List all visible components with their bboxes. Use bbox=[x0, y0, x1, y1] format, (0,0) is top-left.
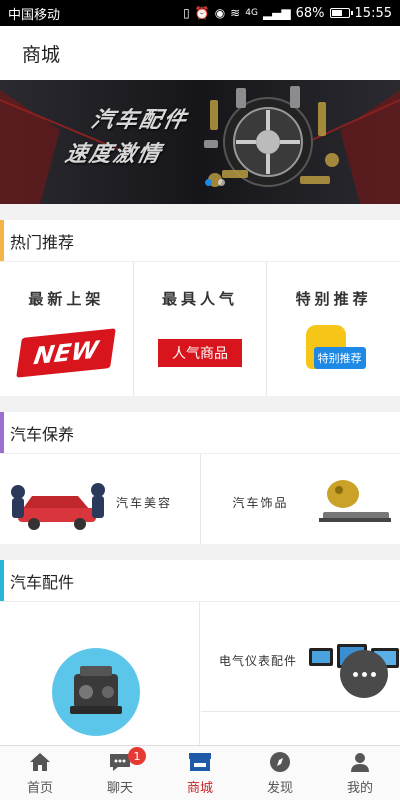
ribbon-icon: 人气商品 bbox=[150, 323, 250, 383]
bottom-nav: 首页 聊天 1 商城 发现 我的 bbox=[0, 745, 400, 800]
nav-label: 首页 bbox=[26, 781, 53, 796]
nav-item-store[interactable]: 商城 bbox=[160, 746, 240, 800]
nav-item-home[interactable]: 首页 bbox=[0, 746, 80, 800]
battery-icon bbox=[329, 8, 353, 18]
care-item-label: 汽车饰品 bbox=[232, 496, 289, 510]
unread-badge: 1 bbox=[128, 747, 146, 765]
section-parts-header: 汽车配件 bbox=[0, 560, 400, 602]
discover-icon bbox=[267, 750, 293, 774]
battery-level bbox=[331, 10, 342, 16]
more-fab-button[interactable] bbox=[340, 650, 388, 698]
vibrate-icon: ▯ bbox=[183, 6, 190, 20]
ornament-icon bbox=[318, 480, 391, 522]
thumbs-up-icon: 特别推荐 bbox=[284, 323, 384, 383]
carousel-indicator bbox=[205, 179, 225, 186]
parts-item-label: 电气仪表配件 bbox=[219, 654, 298, 668]
more-dot bbox=[361, 671, 367, 677]
hot-grid: 最新上架 NEW 最具人气 人气商品 特别推荐 特别推荐 bbox=[0, 262, 400, 396]
section-title: 热门推荐 bbox=[10, 232, 75, 252]
clock: 15:55 bbox=[354, 5, 392, 21]
page-header: 商城 bbox=[0, 26, 400, 80]
care-grid: 汽车美容 汽车饰品 bbox=[0, 454, 400, 544]
hot-item-title: 最新上架 bbox=[28, 290, 105, 308]
store-icon bbox=[187, 750, 213, 774]
nav-label: 发现 bbox=[266, 781, 293, 796]
battery-percent: 68% bbox=[295, 5, 325, 21]
care-item-accessories[interactable]: 汽车饰品 bbox=[201, 454, 400, 544]
hot-item-special[interactable]: 特别推荐 特别推荐 bbox=[267, 262, 400, 396]
hot-item-title: 特别推荐 bbox=[295, 290, 372, 308]
more-dot bbox=[370, 671, 376, 677]
car-wash-icon bbox=[11, 483, 105, 530]
section-hot-header: 热门推荐 bbox=[0, 220, 400, 262]
section-title: 汽车配件 bbox=[10, 572, 75, 592]
alarm-icon: ⏰ bbox=[194, 6, 210, 20]
banner-graphic bbox=[0, 80, 400, 204]
nav-label: 我的 bbox=[346, 781, 373, 796]
banner-headline-2: 速度激情 bbox=[62, 142, 165, 167]
new-badge-icon: NEW bbox=[16, 323, 117, 383]
section-care-header: 汽车保养 bbox=[0, 412, 400, 454]
more-dot bbox=[352, 671, 358, 677]
banner-headline-1: 汽车配件 bbox=[88, 108, 191, 133]
nav-item-profile[interactable]: 我的 bbox=[320, 746, 400, 800]
nav-label: 聊天 bbox=[106, 781, 133, 796]
carousel-dot[interactable] bbox=[218, 179, 225, 186]
engine-icon bbox=[52, 648, 140, 736]
carousel-dot[interactable] bbox=[205, 179, 212, 186]
home-icon bbox=[27, 750, 53, 774]
hot-item-title: 最具人气 bbox=[162, 290, 239, 308]
hot-item-new[interactable]: 最新上架 NEW bbox=[0, 262, 134, 396]
hot-item-popular[interactable]: 最具人气 人气商品 bbox=[134, 262, 268, 396]
profile-icon bbox=[347, 750, 373, 774]
nav-item-discover[interactable]: 发现 bbox=[240, 746, 320, 800]
care-item-label: 汽车美容 bbox=[116, 496, 173, 510]
signal-icon: 4G bbox=[245, 7, 258, 18]
page-title: 商城 bbox=[22, 43, 61, 66]
care-item-beauty[interactable]: 汽车美容 bbox=[0, 454, 201, 544]
eye-icon: ◉ bbox=[214, 6, 226, 20]
section-title: 汽车保养 bbox=[10, 424, 75, 444]
status-bar: 中国移动 ▯ ⏰ ◉ ≋ 4G ▂▄▆ 68% 15:55 bbox=[0, 0, 400, 26]
wifi-icon: ≋ bbox=[230, 6, 241, 20]
carrier-label: 中国移动 bbox=[8, 7, 61, 23]
parts-item-engine[interactable] bbox=[0, 602, 200, 745]
nav-item-chat[interactable]: 聊天 1 bbox=[80, 746, 160, 800]
nav-label: 商城 bbox=[186, 781, 213, 796]
status-icons: ▯ ⏰ ◉ ≋ 4G ▂▄▆ 68% 15:55 bbox=[183, 6, 392, 21]
banner-carousel[interactable]: 汽车配件 速度激情 bbox=[0, 80, 400, 204]
signal-bars-icon: ▂▄▆ bbox=[262, 6, 291, 20]
